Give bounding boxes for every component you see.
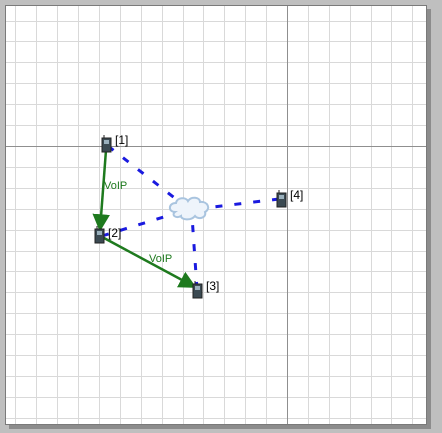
wireless-link-4 <box>204 197 280 210</box>
voip-flow-1-2-label: VoIP <box>104 180 127 192</box>
grid <box>6 6 426 424</box>
node-3[interactable]: [3] <box>192 279 219 299</box>
phone-icon <box>192 281 203 299</box>
phone-icon <box>94 226 105 244</box>
wireless-link-3 <box>190 215 199 290</box>
node-label: [4] <box>290 188 303 202</box>
phone-icon <box>276 190 287 208</box>
voip-flow-2-3-label: VoIP <box>149 253 172 265</box>
network-diagram: VoIP VoIP [1] [2] [3] [4] <box>6 6 426 424</box>
node-label: [2] <box>108 226 121 240</box>
node-4[interactable]: [4] <box>276 188 303 208</box>
node-label: [1] <box>115 133 128 147</box>
phone-icon <box>101 135 112 153</box>
cloud-icon[interactable] <box>168 196 210 221</box>
node-label: [3] <box>206 279 219 293</box>
voip-flows: VoIP VoIP <box>92 149 197 289</box>
node-1[interactable]: [1] <box>101 133 128 153</box>
